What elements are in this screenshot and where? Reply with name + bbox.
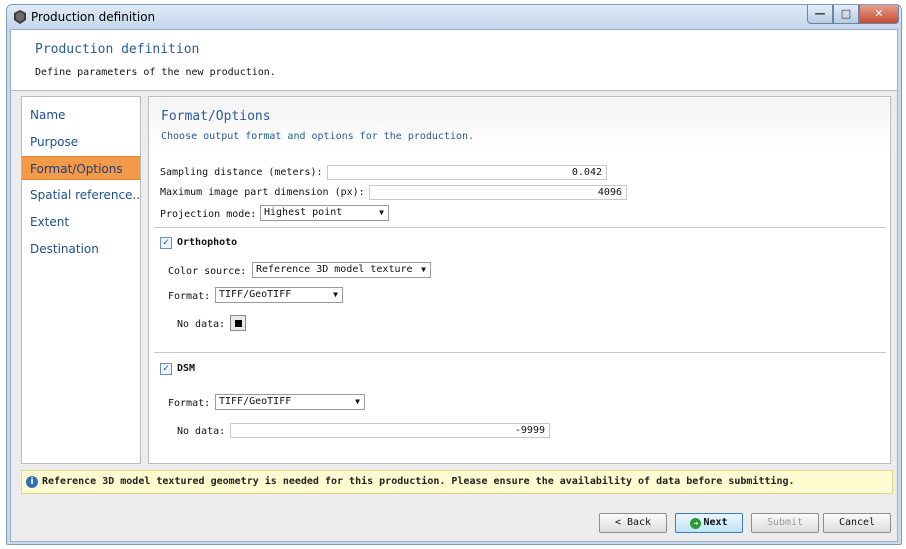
color-source-select[interactable]: Reference 3D model texture ▼ xyxy=(252,262,431,278)
close-button[interactable]: ✕ xyxy=(859,5,899,24)
dsm-nodata-input[interactable]: -9999 xyxy=(230,423,550,438)
chevron-down-icon: ▼ xyxy=(355,397,360,406)
window-title: Production definition xyxy=(31,10,156,24)
info-icon: i xyxy=(26,476,38,488)
back-button[interactable]: < Back xyxy=(599,513,667,533)
sampling-distance-label: Sampling distance (meters): xyxy=(160,167,323,178)
title-bar[interactable]: Production definition — □ ✕ xyxy=(7,5,901,29)
projection-mode-value: Highest point xyxy=(264,207,343,218)
section-divider xyxy=(154,227,886,228)
dsm-label: DSM xyxy=(177,363,196,374)
chevron-down-icon: ▼ xyxy=(333,290,338,299)
info-message-bar: i Reference 3D model textured geometry i… xyxy=(21,470,893,494)
panel-subtitle: Choose output format and options for the… xyxy=(161,131,475,142)
format-options-panel: Format/Options Choose output format and … xyxy=(148,96,891,464)
sidebar-item-format-options[interactable]: Format/Options xyxy=(22,156,140,180)
sidebar-item-extent[interactable]: Extent xyxy=(22,210,140,234)
color-source-label: Color source: xyxy=(168,266,247,277)
maximize-button[interactable]: □ xyxy=(833,5,859,24)
panel-header: Format/Options Choose output format and … xyxy=(150,98,889,150)
sidebar-item-purpose[interactable]: Purpose xyxy=(22,130,140,154)
gear-icon xyxy=(14,10,26,24)
orthophoto-checkbox[interactable]: ✓ xyxy=(160,237,172,249)
orthophoto-label: Orthophoto xyxy=(177,237,238,248)
sampling-distance-input[interactable]: 0.042 xyxy=(327,165,607,180)
dialog-client: Production definition Define parameters … xyxy=(10,29,898,542)
minimize-button[interactable]: — xyxy=(807,5,833,24)
nodata-color-button[interactable] xyxy=(230,315,246,331)
ortho-nodata-label: No data: xyxy=(177,319,226,330)
dsm-format-label: Format: xyxy=(168,398,211,409)
ortho-format-select[interactable]: TIFF/GeoTIFF ▼ xyxy=(215,287,343,303)
dsm-nodata-label: No data: xyxy=(177,426,226,437)
projection-mode-label: Projection mode: xyxy=(160,209,257,220)
dsm-format-select[interactable]: TIFF/GeoTIFF ▼ xyxy=(215,394,365,410)
panel-title: Format/Options xyxy=(161,109,271,124)
ortho-format-value: TIFF/GeoTIFF xyxy=(219,289,292,300)
production-definition-window: Production definition — □ ✕ Production d… xyxy=(6,4,902,545)
max-part-dimension-label: Maximum image part dimension (px): xyxy=(160,187,365,198)
chevron-down-icon: ▼ xyxy=(379,208,384,217)
cancel-button[interactable]: Cancel xyxy=(823,513,891,533)
max-part-dimension-input[interactable]: 4096 xyxy=(369,185,627,200)
chevron-down-icon: ▼ xyxy=(421,265,426,274)
section-divider xyxy=(154,352,886,353)
dsm-checkbox[interactable]: ✓ xyxy=(160,363,172,375)
projection-mode-select[interactable]: Highest point ▼ xyxy=(260,205,389,221)
dsm-format-value: TIFF/GeoTIFF xyxy=(219,396,292,407)
next-button[interactable]: ➜ Next xyxy=(675,513,743,533)
color-swatch xyxy=(235,320,242,327)
sidebar-item-name[interactable]: Name xyxy=(22,103,140,127)
dialog-header: Production definition Define parameters … xyxy=(11,30,897,91)
dialog-title: Production definition xyxy=(35,42,200,57)
color-source-value: Reference 3D model texture xyxy=(256,264,413,275)
ortho-format-label: Format: xyxy=(168,291,211,302)
info-message: Reference 3D model textured geometry is … xyxy=(42,476,795,487)
sidebar-item-destination[interactable]: Destination xyxy=(22,237,140,261)
dialog-subtitle: Define parameters of the new production. xyxy=(35,67,276,78)
submit-button[interactable]: Submit xyxy=(751,513,819,533)
sidebar-item-spatial-reference[interactable]: Spatial reference... xyxy=(22,183,140,207)
next-button-label: Next xyxy=(703,517,728,528)
wizard-sidebar: Name Purpose Format/Options Spatial refe… xyxy=(21,96,141,464)
arrow-right-icon: ➜ xyxy=(690,518,702,529)
